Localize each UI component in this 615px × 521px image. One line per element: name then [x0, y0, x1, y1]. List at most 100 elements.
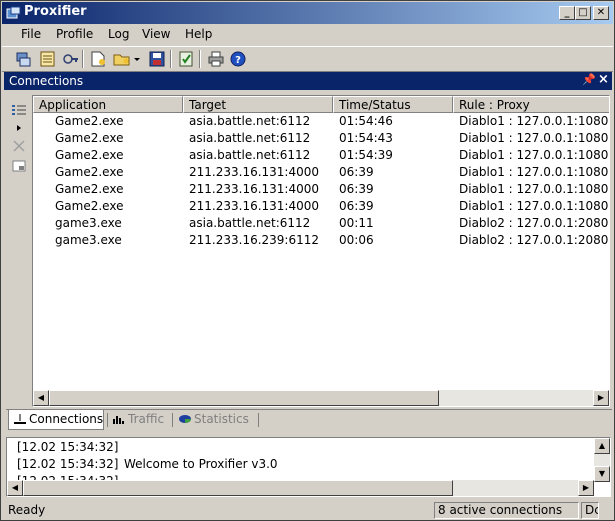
horizontal-scroll-thumb[interactable]	[49, 390, 439, 406]
cell-application: Game2.exe	[55, 165, 124, 179]
tab-traffic[interactable]: Traffic	[108, 410, 172, 430]
tab-statistics[interactable]: Statistics	[174, 410, 258, 430]
view-tab-bar: Connections Traffic Statistics	[6, 409, 612, 431]
log-pane[interactable]: [12.02 15:34:32] [12.02 15:34:32] Welcom…	[6, 437, 611, 497]
cell-application: Game2.exe	[55, 182, 124, 196]
cell-time: 00:06	[339, 233, 374, 247]
proxifier-window: Proxifier _ □ ✕ File Profile Log View He…	[0, 0, 615, 521]
log-timestamp: [12.02 15:34:32]	[17, 440, 119, 454]
name-resolution-icon[interactable]	[60, 50, 80, 68]
toolbar-separator	[199, 50, 201, 68]
close-connection-icon[interactable]	[11, 139, 27, 153]
window-title: Proxifier	[24, 4, 87, 19]
close-pane-icon[interactable]: ×	[598, 72, 609, 87]
title-bar[interactable]: Proxifier _ □ ✕	[2, 2, 613, 24]
cell-target: 211.233.16.131:4000	[189, 182, 320, 196]
minimize-button[interactable]: _	[559, 6, 575, 20]
help-icon[interactable]: ?	[228, 50, 248, 68]
horizontal-scroll-thumb[interactable]	[23, 480, 453, 496]
cell-rule: Diablo1 : 127.0.0.1:1080 SOCKS5	[459, 182, 609, 196]
column-header-time-status[interactable]: Time/Status	[333, 96, 453, 113]
cell-rule: Diablo1 : 127.0.0.1:1080 SOCKS5	[459, 148, 609, 162]
cell-application: game3.exe	[55, 216, 122, 230]
log-vertical-scrollbar[interactable]: ▲ ▼	[594, 438, 610, 482]
traffic-chart-icon	[113, 416, 124, 424]
tab-label: Statistics	[194, 412, 249, 426]
cell-rule: Diablo1 : 127.0.0.1:1080 SOCKS5	[459, 199, 609, 213]
toolbar-separator	[82, 50, 84, 68]
status-ready: Ready	[8, 503, 46, 517]
cell-rule: Diablo2 : 127.0.0.1:2080 SOCKS5	[459, 233, 609, 247]
menu-view[interactable]: View	[142, 27, 170, 41]
scroll-down-button[interactable]: ▼	[594, 466, 610, 482]
expand-arrow-icon[interactable]	[11, 121, 27, 135]
cell-target: asia.battle.net:6112	[189, 114, 311, 128]
menu-log[interactable]: Log	[108, 27, 129, 41]
table-row[interactable]: Game2.exe 211.233.16.131:4000 06:39 Diab…	[33, 198, 609, 215]
menu-profile[interactable]: Profile	[56, 27, 93, 41]
toolbar: ?	[2, 46, 613, 72]
details-view-icon[interactable]	[11, 103, 27, 117]
toolbar-separator	[170, 50, 172, 68]
table-row[interactable]: Game2.exe asia.battle.net:6112 01:54:39 …	[33, 147, 609, 164]
scroll-left-button[interactable]: ◀	[7, 480, 23, 496]
cell-application: Game2.exe	[55, 199, 124, 213]
print-icon[interactable]	[206, 50, 226, 68]
cell-time: 01:54:46	[339, 114, 393, 128]
cell-time: 01:54:39	[339, 148, 393, 162]
connections-list[interactable]: Application Target Time/Status Rule : Pr…	[32, 95, 610, 407]
table-row[interactable]: Game2.exe asia.battle.net:6112 01:54:46 …	[33, 113, 609, 130]
open-dropdown-arrow[interactable]	[132, 50, 142, 68]
scroll-right-button[interactable]: ▶	[578, 480, 594, 496]
table-row[interactable]: game3.exe asia.battle.net:6112 00:11 Dia…	[33, 215, 609, 232]
table-row[interactable]: Game2.exe asia.battle.net:6112 01:54:43 …	[33, 130, 609, 147]
proxifier-app-icon	[6, 6, 21, 19]
tab-label: Connections	[29, 412, 104, 426]
rules-icon[interactable]	[38, 50, 58, 68]
tab-connections[interactable]: Connections	[8, 410, 104, 430]
cell-time: 06:39	[339, 199, 374, 213]
cell-target: asia.battle.net:6112	[189, 131, 311, 145]
cell-target: asia.battle.net:6112	[189, 148, 311, 162]
tab-label: Traffic	[128, 412, 165, 426]
scroll-left-button[interactable]: ◀	[33, 390, 49, 406]
table-row[interactable]: Game2.exe 211.233.16.131:4000 06:39 Diab…	[33, 164, 609, 181]
log-horizontal-scrollbar[interactable]: ◀ ▶	[7, 480, 594, 496]
status-bar: Ready 8 active connections Dc	[2, 500, 613, 520]
cell-target: 211.233.16.131:4000	[189, 165, 320, 179]
column-header-rule-proxy[interactable]: Rule : Proxy	[453, 96, 609, 113]
scroll-up-button[interactable]: ▲	[594, 438, 610, 454]
new-profile-icon[interactable]	[88, 50, 108, 68]
menu-bar: File Profile Log View Help	[2, 24, 613, 44]
pin-icon[interactable]: 📌	[582, 73, 596, 86]
column-header-target[interactable]: Target	[183, 96, 333, 113]
open-profile-icon[interactable]	[112, 50, 132, 68]
scroll-right-button[interactable]: ▶	[593, 390, 609, 406]
connections-side-toolbar	[6, 97, 32, 407]
cell-time: 00:11	[339, 216, 374, 230]
close-window-button[interactable]: ✕	[593, 6, 609, 20]
check-icon[interactable]	[176, 50, 196, 68]
cell-time: 06:39	[339, 165, 374, 179]
proxy-servers-icon[interactable]	[14, 50, 34, 68]
svg-text:?: ?	[235, 55, 241, 66]
column-header-application[interactable]: Application	[33, 96, 183, 113]
table-row[interactable]: game3.exe 211.233.16.239:6112 00:06 Diab…	[33, 232, 609, 249]
table-row[interactable]: Game2.exe 211.233.16.131:4000 06:39 Diab…	[33, 181, 609, 198]
connections-horizontal-scrollbar[interactable]: ◀ ▶	[33, 390, 609, 406]
menu-file[interactable]: File	[21, 27, 41, 41]
cell-time: 01:54:43	[339, 131, 393, 145]
cell-application: game3.exe	[55, 233, 122, 247]
save-profile-icon[interactable]	[147, 50, 167, 68]
maximize-button[interactable]: □	[575, 6, 591, 20]
window-option-icon[interactable]	[11, 159, 27, 173]
cell-target: 211.233.16.131:4000	[189, 199, 320, 213]
tab-separator	[172, 413, 173, 427]
cell-rule: Diablo1 : 127.0.0.1:1080 SOCKS5	[459, 131, 609, 145]
cell-application: Game2.exe	[55, 131, 124, 145]
status-extra: Dc	[581, 502, 599, 519]
cell-time: 06:39	[339, 182, 374, 196]
cell-rule: Diablo2 : 127.0.0.1:2080 SOCKS5	[459, 216, 609, 230]
active-connections-count: 8 active connections	[434, 502, 579, 519]
menu-help[interactable]: Help	[185, 27, 212, 41]
